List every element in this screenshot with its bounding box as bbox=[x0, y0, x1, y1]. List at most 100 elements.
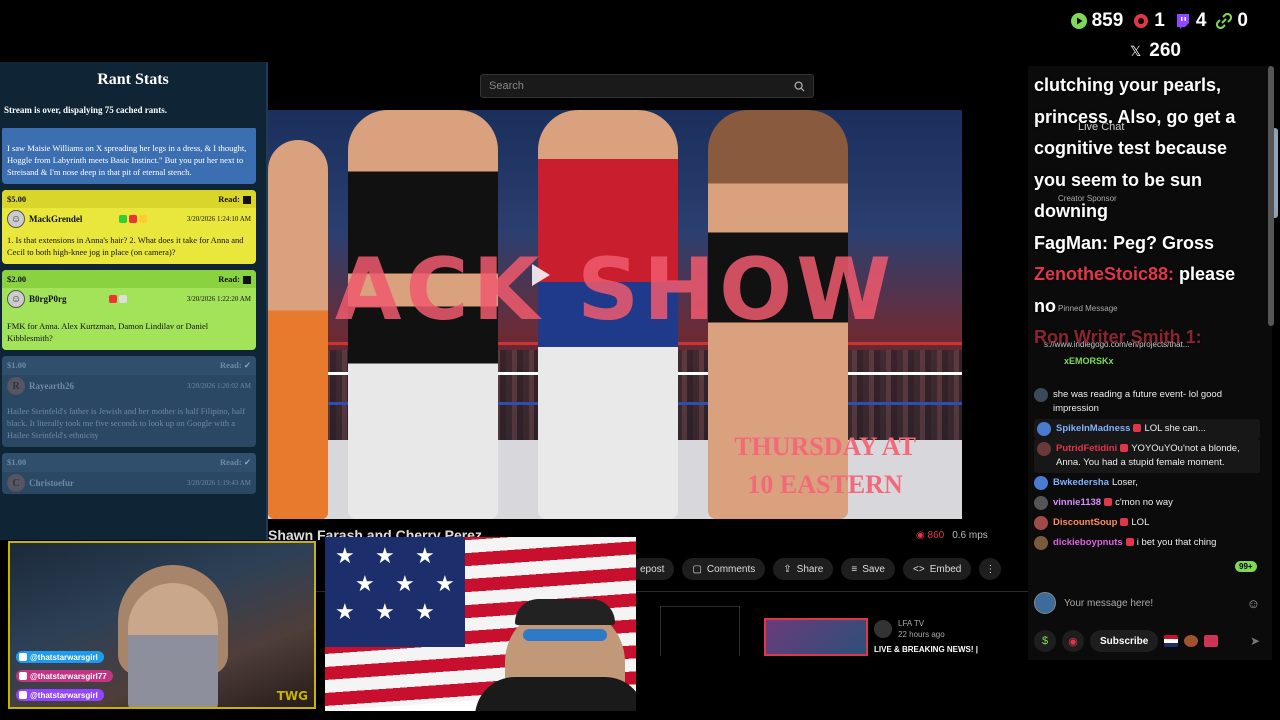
viewer-count: ◉ 860 bbox=[916, 530, 944, 541]
recommended-video[interactable]: LFA TV 22 hours ago LIVE & BREAKING NEWS… bbox=[874, 618, 1004, 655]
video-actions: epost ▢ Comments ⇪ Share ≡ Save <> Embed ⋮ bbox=[630, 558, 1002, 580]
twitch-icon bbox=[19, 691, 27, 699]
rant-date: 3/20/2026 1:22:20 AM bbox=[186, 295, 251, 304]
chat-username[interactable]: dickieboypnuts bbox=[1053, 537, 1123, 548]
read-label: Read: bbox=[218, 274, 240, 285]
x-count: 260 bbox=[1149, 40, 1181, 61]
subscribe-button[interactable]: Subscribe bbox=[1090, 630, 1159, 652]
send-icon[interactable]: ➤ bbox=[1250, 634, 1260, 648]
viewer-count-value: 860 bbox=[927, 530, 945, 541]
read-checkbox[interactable] bbox=[243, 276, 251, 285]
overlay-line: you seem to be sun bbox=[1034, 169, 1203, 190]
flag-icon bbox=[1164, 635, 1179, 647]
avatar: ☺ bbox=[7, 290, 25, 309]
rumble-badge-icon bbox=[1125, 538, 1134, 546]
rumble-icon[interactable]: ◉ bbox=[1062, 630, 1084, 652]
video-player[interactable]: ACK SHOW THURSDAY AT 10 EASTERN bbox=[268, 110, 962, 519]
twitch-stat: 4 bbox=[1175, 10, 1206, 32]
chat-text: she was reading a future event- lol good… bbox=[1053, 389, 1222, 414]
chat-username[interactable]: PutridFetidini bbox=[1056, 443, 1117, 454]
recommended-thumbnail[interactable] bbox=[764, 618, 868, 656]
share-icon: ⇪ bbox=[783, 563, 792, 575]
twitter-handle: @thatstarwarsgirl bbox=[16, 651, 104, 663]
chat-message-input[interactable]: Your message here! bbox=[1064, 598, 1239, 609]
host-figure bbox=[128, 583, 218, 707]
live-count: 1 bbox=[1154, 10, 1165, 31]
badge-icon bbox=[128, 215, 137, 224]
chat-username[interactable]: Bwkedersha bbox=[1053, 477, 1109, 488]
share-button[interactable]: ⇪ Share bbox=[773, 558, 834, 580]
webcam-host-2: ★ ★ ★ ★ ★ ★ ★ ★ ★ bbox=[325, 537, 636, 711]
unread-count-badge[interactable]: 99+ bbox=[1235, 561, 1257, 572]
rant-date: 3/20/2026 1:24:10 AM bbox=[186, 215, 251, 224]
avatar-icon bbox=[1184, 635, 1199, 647]
save-label: Save bbox=[862, 563, 885, 575]
rant-item: $1.00 Read: ✓ C Christoefur 3/20/2026 1:19:… bbox=[2, 453, 256, 495]
search-bar[interactable]: Search bbox=[480, 74, 814, 98]
twitch-handle-text: @thatstarwarsgirl bbox=[30, 690, 98, 700]
read-label: Read: bbox=[218, 194, 240, 204]
overlay-eastern: 10 EASTERN bbox=[747, 470, 903, 499]
rant-amount: $2.00 bbox=[7, 274, 27, 285]
play-button-icon[interactable] bbox=[524, 260, 554, 290]
recommended-channel: LFA TV bbox=[898, 619, 925, 628]
avatar bbox=[1034, 476, 1048, 490]
twitch-handle: @thatstarwarsgirl bbox=[16, 689, 104, 701]
read-checkbox[interactable] bbox=[243, 196, 251, 205]
chat-username[interactable]: vinnie1138 bbox=[1053, 497, 1101, 508]
chat-username[interactable]: SpikeInMadness bbox=[1056, 423, 1130, 434]
repost-button[interactable]: epost bbox=[630, 558, 675, 580]
x-icon: 𝕏 bbox=[1130, 42, 1142, 59]
flag-union: ★ ★ ★ ★ ★ ★ ★ ★ ★ bbox=[325, 537, 465, 647]
repost-label: epost bbox=[640, 563, 665, 575]
host-cap bbox=[515, 599, 615, 625]
star-icon: ★ bbox=[415, 543, 435, 568]
views-stat: 859 bbox=[1070, 10, 1123, 32]
avatar bbox=[1034, 536, 1048, 550]
twitter-icon bbox=[19, 653, 27, 661]
overlay-line: cognitive test because bbox=[1034, 138, 1228, 158]
twitter-handle-text: @thatstarwarsgirl bbox=[30, 652, 98, 662]
twg-logo: TWG bbox=[276, 689, 308, 703]
search-icon[interactable] bbox=[794, 80, 805, 92]
overlay-username: ZenotheStoic88: bbox=[1034, 264, 1175, 284]
emoji-icon[interactable]: ☺ bbox=[1247, 596, 1260, 611]
links-count: 0 bbox=[1237, 10, 1248, 31]
rant-item: $1.00 Read: ✓ R Rayearth26 3/20/2026 1:20:0… bbox=[2, 356, 256, 448]
chat-text: c'mon no way bbox=[1115, 497, 1173, 508]
rant-username: Rayearth26 bbox=[29, 381, 74, 392]
chat-message: she was reading a future event- lol good… bbox=[1034, 385, 1260, 419]
rant-dollar-icon[interactable]: $ bbox=[1034, 630, 1056, 652]
check-icon[interactable]: ✓ bbox=[242, 457, 251, 467]
star-icon: ★ bbox=[435, 571, 455, 596]
badge-icon bbox=[138, 215, 147, 224]
save-icon: ≡ bbox=[851, 563, 858, 575]
chat-scrollbar[interactable] bbox=[1268, 66, 1274, 326]
badge-icon bbox=[108, 295, 117, 304]
overlay-line: no bbox=[1034, 295, 1056, 316]
video-meta: ◉ 860 0.6 mps bbox=[916, 530, 988, 541]
search-input[interactable]: Search bbox=[489, 80, 794, 92]
star-icon: ★ bbox=[335, 543, 355, 568]
user-avatar bbox=[1034, 592, 1056, 614]
rant-item: $2.00 Read: ☺ B0rgP0rg 3/20/2026 1:22:20 AM… bbox=[2, 270, 256, 351]
save-button[interactable]: ≡ Save bbox=[841, 558, 895, 580]
mps-rate: 0.6 mps bbox=[952, 530, 988, 541]
overlay-line: please bbox=[1179, 264, 1236, 284]
badge-icon bbox=[118, 215, 127, 224]
read-label: Read: bbox=[220, 360, 242, 371]
more-options-button[interactable]: ⋮ bbox=[979, 558, 1002, 580]
chat-message: SpikeInMadness LOL she can... bbox=[1034, 419, 1260, 439]
recommended-age: 22 hours ago bbox=[898, 630, 945, 639]
read-label: Read: bbox=[220, 457, 242, 468]
embed-button[interactable]: <> Embed bbox=[903, 558, 972, 580]
comments-button[interactable]: ▢ Comments bbox=[682, 558, 766, 580]
avatar bbox=[1034, 496, 1048, 510]
embed-icon: <> bbox=[913, 563, 925, 575]
chat-message-list[interactable]: she was reading a future event- lol good… bbox=[1034, 385, 1260, 553]
check-icon[interactable]: ✓ bbox=[242, 360, 251, 370]
avatar-icon bbox=[1204, 635, 1219, 647]
star-icon: ★ bbox=[335, 599, 355, 624]
chat-username[interactable]: DiscountSoup bbox=[1053, 517, 1117, 528]
overlay-line: FagMan: Peg? Gross bbox=[1034, 232, 1215, 253]
